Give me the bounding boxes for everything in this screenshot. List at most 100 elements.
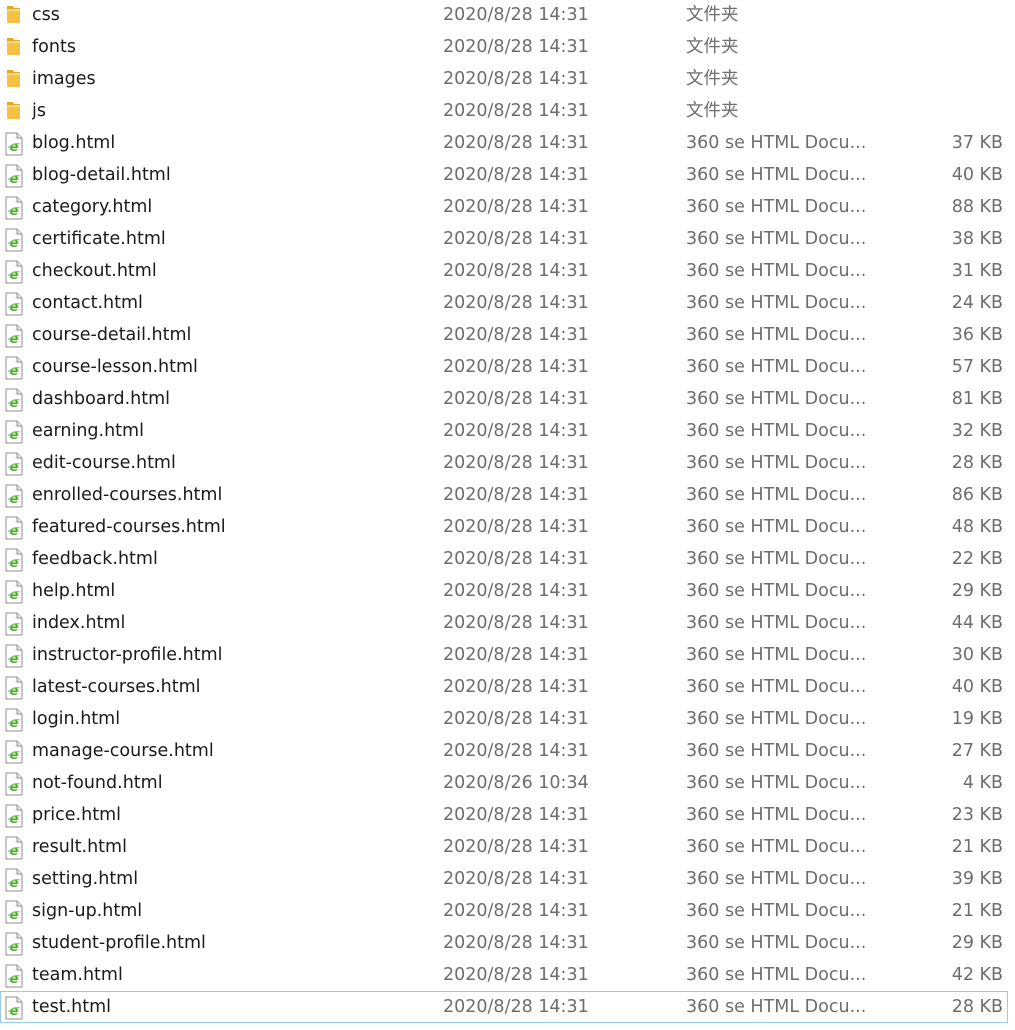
file-type: 360 se HTML Docu...: [686, 997, 866, 1017]
file-size: 23 KB: [951, 805, 1003, 825]
file-name: contact.html: [32, 293, 143, 313]
file-name: blog.html: [32, 133, 116, 153]
file-row[interactable]: e featured-courses.html 2020/8/28 14:31 360…: [0, 511, 1008, 543]
file-type: 360 se HTML Docu...: [686, 325, 866, 345]
file-row[interactable]: e course-lesson.html 2020/8/28 14:31 360 se…: [0, 351, 1008, 383]
html-file-icon: e: [4, 292, 26, 316]
file-row[interactable]: e setting.html 2020/8/28 14:31 360 se HTML …: [0, 863, 1008, 895]
file-row[interactable]: e instructor-profile.html 2020/8/28 14:31 3…: [0, 639, 1008, 671]
file-name: team.html: [32, 965, 123, 985]
svg-text:e: e: [10, 684, 19, 699]
file-row[interactable]: e earning.html 2020/8/28 14:31 360 se HTML …: [0, 415, 1008, 447]
file-modified-date: 2020/8/28 14:31: [443, 101, 589, 121]
file-type: 360 se HTML Docu...: [686, 613, 866, 633]
svg-text:e: e: [10, 172, 19, 187]
file-modified-date: 2020/8/28 14:31: [443, 37, 589, 57]
file-row[interactable]: e help.html 2020/8/28 14:31 360 se HTML Doc…: [0, 575, 1008, 607]
html-file-icon: e: [4, 900, 26, 924]
file-icon-cell: e: [4, 768, 26, 798]
file-name: student-profile.html: [32, 933, 206, 953]
html-file-icon: e: [4, 644, 26, 668]
svg-text:e: e: [10, 396, 19, 411]
file-row[interactable]: e blog.html 2020/8/28 14:31 360 se HTML Doc…: [0, 127, 1008, 159]
file-row[interactable]: e feedback.html 2020/8/28 14:31 360 se HTML…: [0, 543, 1008, 575]
folder-row[interactable]: fonts 2020/8/28 14:31 文件夹: [0, 31, 1008, 63]
file-icon-cell: e: [4, 128, 26, 158]
folder-row[interactable]: css 2020/8/28 14:31 文件夹: [0, 0, 1008, 31]
file-type: 360 se HTML Docu...: [686, 293, 866, 313]
file-type: 360 se HTML Docu...: [686, 549, 866, 569]
file-row[interactable]: e index.html 2020/8/28 14:31 360 se HTML Do…: [0, 607, 1008, 639]
file-name: not-found.html: [32, 773, 163, 793]
file-type: 360 se HTML Docu...: [686, 197, 866, 217]
file-modified-date: 2020/8/28 14:31: [443, 69, 589, 89]
file-size: 21 KB: [951, 837, 1003, 857]
html-file-icon: e: [4, 388, 26, 412]
file-row[interactable]: e edit-course.html 2020/8/28 14:31 360 se H…: [0, 447, 1008, 479]
file-row[interactable]: e sign-up.html 2020/8/28 14:31 360 se HTML …: [0, 895, 1008, 927]
svg-text:e: e: [10, 140, 19, 155]
file-type: 360 se HTML Docu...: [686, 837, 866, 857]
file-row[interactable]: e manage-course.html 2020/8/28 14:31 360 se…: [0, 735, 1008, 767]
file-icon-cell: e: [4, 320, 26, 350]
file-name: js: [32, 101, 46, 121]
file-size: 30 KB: [951, 645, 1003, 665]
html-file-icon: e: [4, 260, 26, 284]
file-modified-date: 2020/8/28 14:31: [443, 229, 589, 249]
svg-text:e: e: [10, 716, 19, 731]
file-size: 39 KB: [951, 869, 1003, 889]
file-row[interactable]: e dashboard.html 2020/8/28 14:31 360 se HTM…: [0, 383, 1008, 415]
svg-text:e: e: [10, 524, 19, 539]
file-row[interactable]: e certificate.html 2020/8/28 14:31 360 se H…: [0, 223, 1008, 255]
file-modified-date: 2020/8/28 14:31: [443, 997, 589, 1017]
file-type: 文件夹: [686, 5, 739, 25]
file-type: 360 se HTML Docu...: [686, 581, 866, 601]
file-modified-date: 2020/8/28 14:31: [443, 933, 589, 953]
file-row[interactable]: e checkout.html 2020/8/28 14:31 360 se HTML…: [0, 255, 1008, 287]
file-icon-cell: e: [4, 672, 26, 702]
html-file-icon: e: [4, 356, 26, 380]
html-file-icon: e: [4, 612, 26, 636]
file-row[interactable]: e test.html 2020/8/28 14:31 360 se HTML Doc…: [0, 991, 1008, 1023]
html-file-icon: e: [4, 772, 26, 796]
file-size: 24 KB: [951, 293, 1003, 313]
file-type: 文件夹: [686, 69, 739, 89]
file-row[interactable]: e student-profile.html 2020/8/28 14:31 360 …: [0, 927, 1008, 959]
file-row[interactable]: e result.html 2020/8/28 14:31 360 se HTML D…: [0, 831, 1008, 863]
file-row[interactable]: e login.html 2020/8/28 14:31 360 se HTML Do…: [0, 703, 1008, 735]
file-icon-cell: e: [4, 928, 26, 958]
file-icon-cell: e: [4, 224, 26, 254]
file-size: [881, 96, 1003, 126]
file-row[interactable]: e enrolled-courses.html 2020/8/28 14:31 360…: [0, 479, 1008, 511]
html-file-icon: e: [4, 548, 26, 572]
file-row[interactable]: e contact.html 2020/8/28 14:31 360 se HTML …: [0, 287, 1008, 319]
file-size: 29 KB: [951, 581, 1003, 601]
file-modified-date: 2020/8/28 14:31: [443, 5, 589, 25]
file-modified-date: 2020/8/28 14:31: [443, 261, 589, 281]
file-icon-cell: e: [4, 800, 26, 830]
file-row[interactable]: e blog-detail.html 2020/8/28 14:31 360 se H…: [0, 159, 1008, 191]
file-row[interactable]: e category.html 2020/8/28 14:31 360 se HTML…: [0, 191, 1008, 223]
html-file-icon: e: [4, 484, 26, 508]
file-row[interactable]: e course-detail.html 2020/8/28 14:31 360 se…: [0, 319, 1008, 351]
file-size: 21 KB: [951, 901, 1003, 921]
file-modified-date: 2020/8/28 14:31: [443, 837, 589, 857]
file-type: 360 se HTML Docu...: [686, 805, 866, 825]
file-row[interactable]: e team.html 2020/8/28 14:31 360 se HTML Doc…: [0, 959, 1008, 991]
file-type: 360 se HTML Docu...: [686, 261, 866, 281]
file-size: 40 KB: [951, 165, 1003, 185]
folder-row[interactable]: images 2020/8/28 14:31 文件夹: [0, 63, 1008, 95]
file-row[interactable]: e not-found.html 2020/8/26 10:34 360 se HTM…: [0, 767, 1008, 799]
file-row[interactable]: e latest-courses.html 2020/8/28 14:31 360 s…: [0, 671, 1008, 703]
file-icon-cell: [4, 96, 26, 126]
svg-text:e: e: [10, 1004, 19, 1019]
file-icon-cell: e: [4, 608, 26, 638]
folder-row[interactable]: js 2020/8/28 14:31 文件夹: [0, 95, 1008, 127]
file-name: test.html: [32, 997, 112, 1017]
file-icon-cell: e: [4, 192, 26, 222]
file-name: dashboard.html: [32, 389, 171, 409]
svg-text:e: e: [10, 652, 19, 667]
svg-text:e: e: [10, 204, 19, 219]
file-type: 360 se HTML Docu...: [686, 645, 866, 665]
file-row[interactable]: e price.html 2020/8/28 14:31 360 se HTML Do…: [0, 799, 1008, 831]
